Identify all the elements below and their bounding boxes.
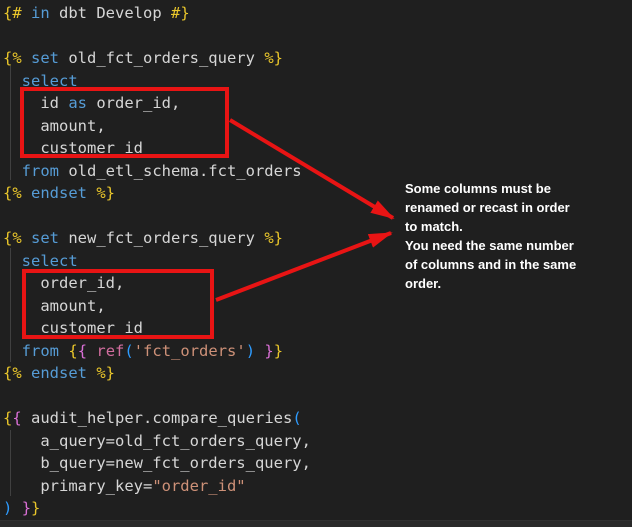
- code-token: (: [292, 409, 301, 427]
- code-token: }: [22, 499, 31, 517]
- code-line: amount,: [3, 115, 632, 138]
- code-token: old_fct_orders_query: [59, 49, 264, 67]
- code-token: ): [3, 499, 12, 517]
- code-editor-window: {# in dbt Develop #} {% set old_fct_order…: [0, 0, 632, 527]
- code-token: id: [3, 94, 68, 112]
- code-line: [3, 25, 632, 48]
- code-line: {% set old_fct_orders_query %}: [3, 47, 632, 70]
- code-line: [3, 385, 632, 408]
- code-line: customer_id: [3, 317, 632, 340]
- code-token: dbt Develop: [50, 4, 171, 22]
- code-token: audit_helper.compare_queries: [22, 409, 293, 427]
- code-token: {: [12, 409, 21, 427]
- current-line-highlight: [0, 520, 632, 527]
- code-token: {%: [3, 184, 31, 202]
- code-line: ) }}: [3, 497, 632, 520]
- code-token: }: [264, 342, 273, 360]
- code-line: b_query=new_fct_orders_query,: [3, 452, 632, 475]
- code-token: 'fct_orders': [134, 342, 246, 360]
- code-token: customer_id: [3, 139, 143, 157]
- code-token: set: [31, 229, 59, 247]
- code-token: [12, 499, 21, 517]
- code-token: %}: [87, 364, 115, 382]
- code-token: {#: [3, 4, 31, 22]
- code-token: amount,: [3, 117, 106, 135]
- code-line: primary_key="order_id": [3, 475, 632, 498]
- code-token: [3, 252, 22, 270]
- code-token: {: [3, 409, 12, 427]
- code-token: {: [68, 342, 77, 360]
- code-line: customer_id: [3, 137, 632, 160]
- code-token: %}: [264, 49, 283, 67]
- code-token: {: [78, 342, 87, 360]
- code-token: #}: [171, 4, 190, 22]
- code-token: %}: [87, 184, 115, 202]
- code-token: [59, 342, 68, 360]
- code-token: as: [68, 94, 87, 112]
- code-token: a_query=old_fct_orders_query,: [3, 432, 311, 450]
- code-token: select: [22, 252, 78, 270]
- code-token: order_id,: [87, 94, 180, 112]
- code-token: amount,: [3, 297, 106, 315]
- code-token: [3, 342, 22, 360]
- code-token: "order_id": [152, 477, 245, 495]
- code-token: from: [22, 342, 59, 360]
- code-token: (: [124, 342, 133, 360]
- code-token: customer_id: [3, 319, 143, 337]
- code-token: from: [22, 162, 59, 180]
- code-token: {%: [3, 364, 31, 382]
- code-token: old_etl_schema.fct_orders: [59, 162, 302, 180]
- code-line: {# in dbt Develop #}: [3, 2, 632, 25]
- code-token: in: [31, 4, 50, 22]
- code-token: primary_key=: [3, 477, 152, 495]
- code-token: b_query=new_fct_orders_query,: [3, 454, 311, 472]
- code-token: new_fct_orders_query: [59, 229, 264, 247]
- code-token: ref: [96, 342, 124, 360]
- code-token: [3, 72, 22, 90]
- code-token: {%: [3, 229, 31, 247]
- code-token: endset: [31, 184, 87, 202]
- code-line: a_query=old_fct_orders_query,: [3, 430, 632, 453]
- code-token: [3, 162, 22, 180]
- code-token: %}: [264, 229, 283, 247]
- code-token: ): [246, 342, 255, 360]
- code-line: select: [3, 70, 632, 93]
- code-line: {% endset %}: [3, 362, 632, 385]
- code-token: }: [274, 342, 283, 360]
- code-token: select: [22, 72, 78, 90]
- code-token: [87, 342, 96, 360]
- code-line: amount,: [3, 295, 632, 318]
- code-line: from {{ ref('fct_orders') }}: [3, 340, 632, 363]
- code-token: endset: [31, 364, 87, 382]
- code-line: id as order_id,: [3, 92, 632, 115]
- code-token: [255, 342, 264, 360]
- code-token: }: [31, 499, 40, 517]
- code-line: {{ audit_helper.compare_queries(: [3, 407, 632, 430]
- code-token: order_id,: [3, 274, 124, 292]
- code-token: set: [31, 49, 59, 67]
- annotation-text: Some columns must be renamed or recast i…: [405, 179, 623, 293]
- code-token: {%: [3, 49, 31, 67]
